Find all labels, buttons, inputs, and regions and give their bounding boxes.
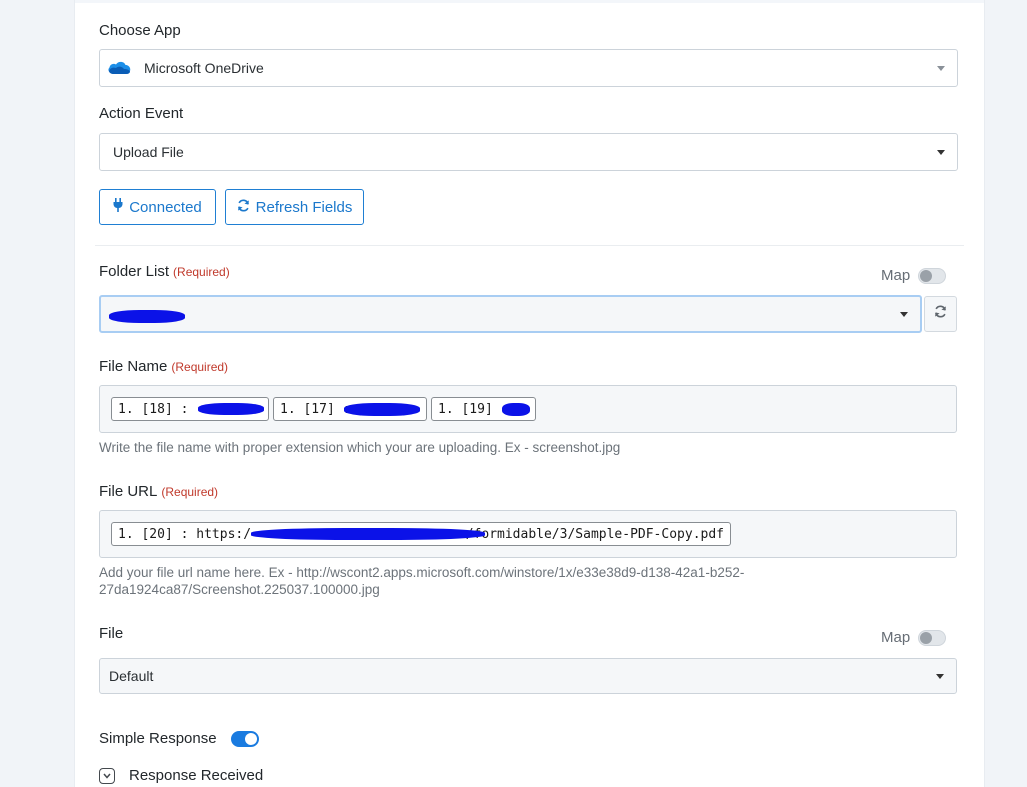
toggle-knob (920, 631, 933, 644)
file-value: Default (109, 668, 154, 684)
file-url-help-line: 27da1924ca87/Screenshot.225037.100000.jp… (99, 582, 380, 597)
file-name-label: File Name (Required) (99, 358, 228, 375)
file-name-input[interactable]: 1. [18] : 1. [17] : 1. [19] : (99, 385, 957, 433)
chip-text-suffix: /formidable/3/Sample-PDF-Copy.pdf (465, 526, 724, 542)
file-name-help: Write the file name with proper extensio… (99, 440, 621, 455)
chip-text: 1. [19] : (438, 401, 509, 417)
action-event-label: Action Event (99, 105, 184, 122)
folder-list-label-text: Folder List (99, 263, 170, 280)
chevron-down-icon (99, 767, 115, 784)
action-event-select[interactable]: Upload File (99, 133, 958, 171)
simple-response-toggle[interactable] (230, 730, 259, 747)
section-divider (95, 245, 964, 246)
map-label: Map (881, 629, 911, 646)
file-map-toggle[interactable] (918, 629, 947, 646)
choose-app-select[interactable]: Microsoft OneDrive (99, 49, 958, 87)
chevron-down-icon (937, 150, 945, 155)
panel-top-edge (75, 0, 984, 3)
action-event-value: Upload File (113, 144, 184, 160)
folder-list-map: Map (881, 267, 947, 284)
simple-response-label: Simple Response (99, 730, 217, 747)
refresh-icon (934, 305, 947, 323)
folder-list-map-toggle[interactable] (918, 267, 947, 284)
response-received-label: Response Received (129, 767, 264, 784)
file-name-label-text: File Name (99, 358, 168, 375)
simple-response-row: Simple Response (99, 730, 259, 747)
connected-button[interactable]: Connected (99, 189, 216, 225)
file-name-chip[interactable]: 1. [19] : (431, 397, 536, 421)
file-url-help: Add your file url name here. Ex - http:/… (99, 564, 744, 598)
file-url-label: File URL (Required) (99, 483, 218, 500)
map-label: Map (881, 267, 911, 284)
file-name-chip[interactable]: 1. [18] : (111, 397, 269, 421)
chip-text-prefix: 1. [20] : https:/ (118, 526, 252, 542)
file-url-input[interactable]: 1. [20] : https:/ /formidable/3/Sample-P… (99, 510, 957, 558)
chip-text: 1. [17] : (280, 401, 351, 417)
redacted-value (251, 528, 486, 540)
chevron-down-icon (936, 674, 944, 679)
plug-icon (113, 198, 123, 216)
file-url-label-text: File URL (99, 483, 158, 500)
choose-app-value: Microsoft OneDrive (144, 60, 264, 76)
file-url-chip[interactable]: 1. [20] : https:/ /formidable/3/Sample-P… (111, 522, 731, 546)
file-name-chip[interactable]: 1. [17] : (273, 397, 427, 421)
redacted-value (109, 310, 185, 323)
folder-list-select[interactable] (99, 295, 922, 333)
response-received-row[interactable]: Response Received (99, 767, 263, 784)
redacted-value (502, 403, 530, 416)
refresh-icon (237, 198, 250, 216)
redacted-segment (251, 528, 486, 540)
required-marker: (Required) (171, 360, 229, 374)
redacted-value (344, 403, 420, 416)
toggle-knob (244, 732, 257, 745)
file-map: Map (881, 629, 947, 646)
refresh-fields-label: Refresh Fields (255, 198, 353, 216)
required-marker: (Required) (161, 485, 219, 499)
folder-list-refresh-button[interactable] (924, 296, 957, 332)
folder-list-label: Folder List (Required) (99, 263, 230, 280)
chip-text: 1. [18] : (118, 401, 189, 417)
onedrive-cloud-icon (106, 59, 132, 80)
connected-label: Connected (129, 198, 202, 216)
chevron-down-icon (937, 66, 945, 71)
required-marker: (Required) (173, 265, 230, 279)
redacted-value (198, 403, 264, 415)
toggle-knob (920, 269, 933, 282)
chevron-down-icon (900, 312, 908, 317)
file-select[interactable]: Default (99, 658, 957, 694)
action-config-panel: Choose App Microsoft OneDrive Action Eve… (74, 0, 985, 787)
file-label: File (99, 625, 124, 642)
file-url-help-line: Add your file url name here. Ex - http:/… (99, 565, 745, 580)
choose-app-label: Choose App (99, 22, 181, 39)
refresh-fields-button[interactable]: Refresh Fields (225, 189, 364, 225)
